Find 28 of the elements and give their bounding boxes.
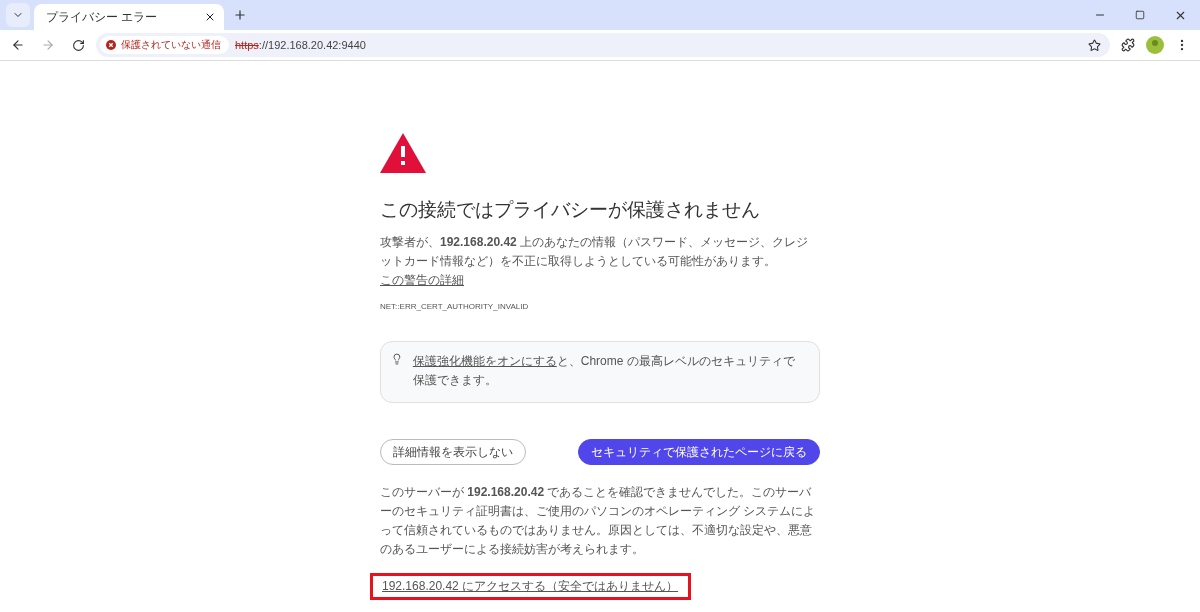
address-bar[interactable]: 保護されていない通信 https://192.168.20.42:9440 [96,33,1110,57]
profile-avatar[interactable] [1146,36,1164,54]
details-text: このサーバーが 192.168.20.42 であることを確認できませんでした。このサーバーのセキュリティ証明書は、ご使用のパソコンのオペレーティング システムによって信頼されているものではありません。原因としては、不適切な設定や、悪意のあるユーザーによる接続妨害が考えられます。 [380,484,817,558]
plus-icon [233,8,247,22]
reload-icon [71,38,85,52]
error-code: NET::ERR_CERT_AUTHORITY_INVALID [380,302,530,311]
proceed-link[interactable]: 192.168.20.42 にアクセスする（安全ではありません） [370,573,692,600]
warning-details-link[interactable]: この警告の詳細 [380,273,464,287]
url-text: ://192.168.20.42:9440 [258,39,366,51]
tip-text: 保護強化機能をオンにする と、Chrome の最高レベルのセキュリティで保護できます。 [412,353,796,389]
hide-details-button[interactable]: 詳細情報を表示しない [380,439,526,465]
back-to-safety-button[interactable]: セキュリティで保護されたページに戻る [578,439,820,465]
error-description: 攻撃者が、192.168.20.42 上のあなたの情報（パスワード、メッセージ、クレジットカード情報など）を不正に取得しようとしている可能性があります。 この警告の詳細 [380,234,810,289]
arrow-left-icon [11,38,25,52]
arrow-right-icon [41,38,55,52]
url-scheme: https [235,39,259,51]
star-icon [1087,38,1101,52]
maximize-icon [1135,10,1145,20]
warning-icon [380,133,426,173]
error-heading: この接続ではプライバシーが保護されません [380,198,761,222]
security-chip[interactable]: 保護されていない通信 [100,36,229,54]
error-icon [106,40,116,50]
puzzle-icon [1121,38,1135,52]
lightbulb-icon [391,352,403,366]
tab-search-button[interactable] [6,3,30,27]
browser-tab[interactable]: プライバシー エラー [34,4,224,30]
close-icon[interactable] [204,11,216,23]
enhanced-protection-link[interactable]: 保護強化機能をオンにする [412,354,557,368]
